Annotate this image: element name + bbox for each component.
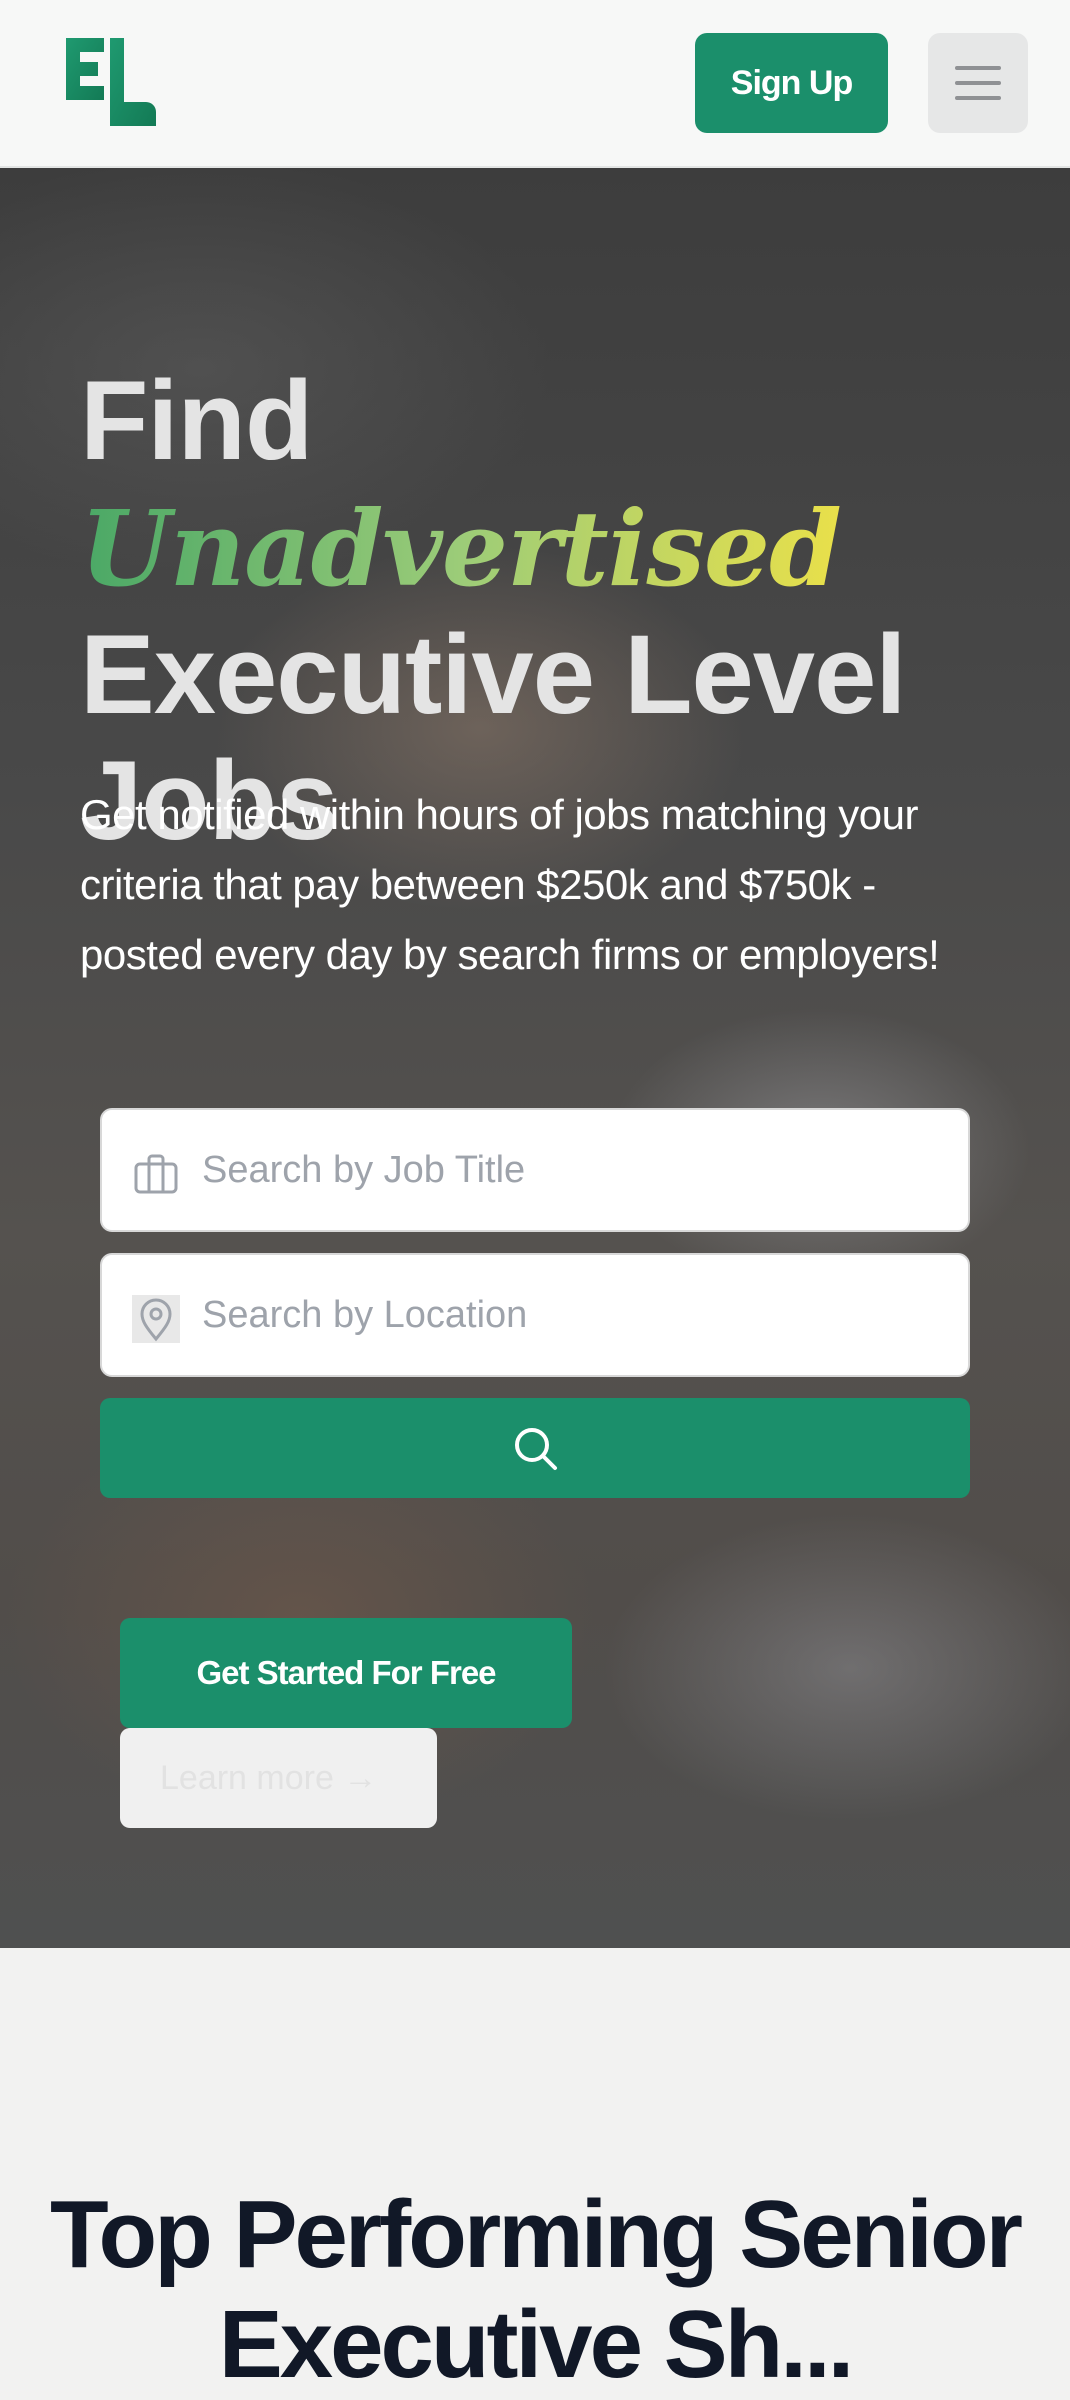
get-started-button[interactable]: Get Started For Free [120,1618,572,1728]
sign-up-button[interactable]: Sign Up [695,33,888,133]
menu-button[interactable] [928,33,1028,133]
job-title-input[interactable] [202,1110,942,1230]
hamburger-icon-bar [955,81,1001,85]
hamburger-icon-bar [955,96,1001,100]
location-field[interactable] [100,1253,970,1377]
site-header: Sign Up [0,0,1070,168]
hero-section: Find Unadvertised Executive Level Jobs G… [0,168,1070,1948]
hero-title-accent: Unadvertised [80,487,842,610]
search-icon [515,1428,557,1470]
job-title-field[interactable] [100,1108,970,1232]
hero-title-prefix: Find [80,358,313,483]
learn-more-button[interactable]: Learn more → [120,1728,437,1828]
hamburger-icon-bar [955,66,1001,70]
briefcase-icon [134,1154,178,1194]
logo-icon[interactable] [66,38,156,128]
section-title: Top Performing Senior Executive Sh... [50,2181,1023,2398]
location-input[interactable] [202,1255,942,1375]
hero-subtitle: Get notified within hours of jobs matchi… [80,791,940,978]
map-pin-icon [132,1295,180,1343]
search-button[interactable] [100,1398,970,1498]
